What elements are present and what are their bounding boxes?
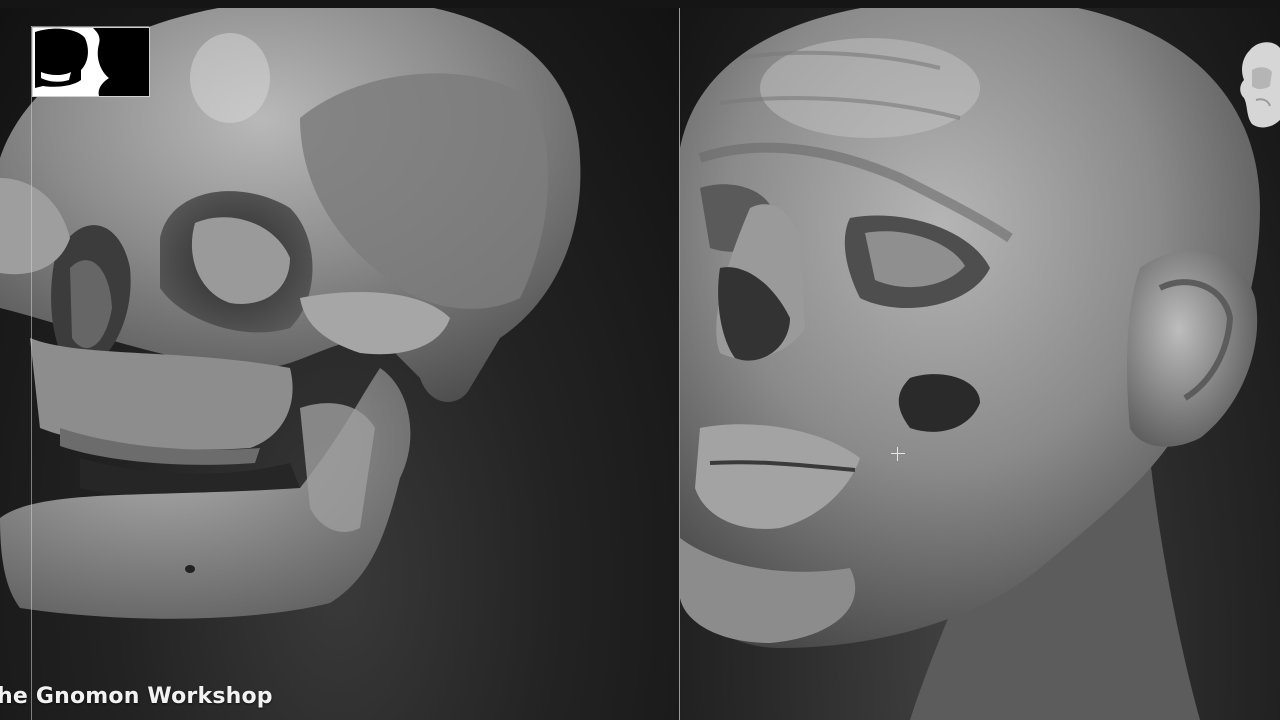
silhouette-thumbnail-icon[interactable] [32,27,150,97]
left-viewport[interactable] [0,8,679,720]
viewport-frame-line-top [31,26,149,27]
viewport-frame-line [31,26,32,720]
skull-model[interactable] [0,8,679,720]
top-bar [0,0,1280,8]
right-viewport[interactable] [680,8,1280,720]
head-navigation-gizmo-icon[interactable] [1236,40,1280,132]
watermark-text: he Gnomon Workshop [0,684,273,709]
crosshair-cursor-icon [891,447,905,461]
sculpt-app: he Gnomon Workshop [0,0,1280,720]
head-model[interactable] [680,8,1280,720]
